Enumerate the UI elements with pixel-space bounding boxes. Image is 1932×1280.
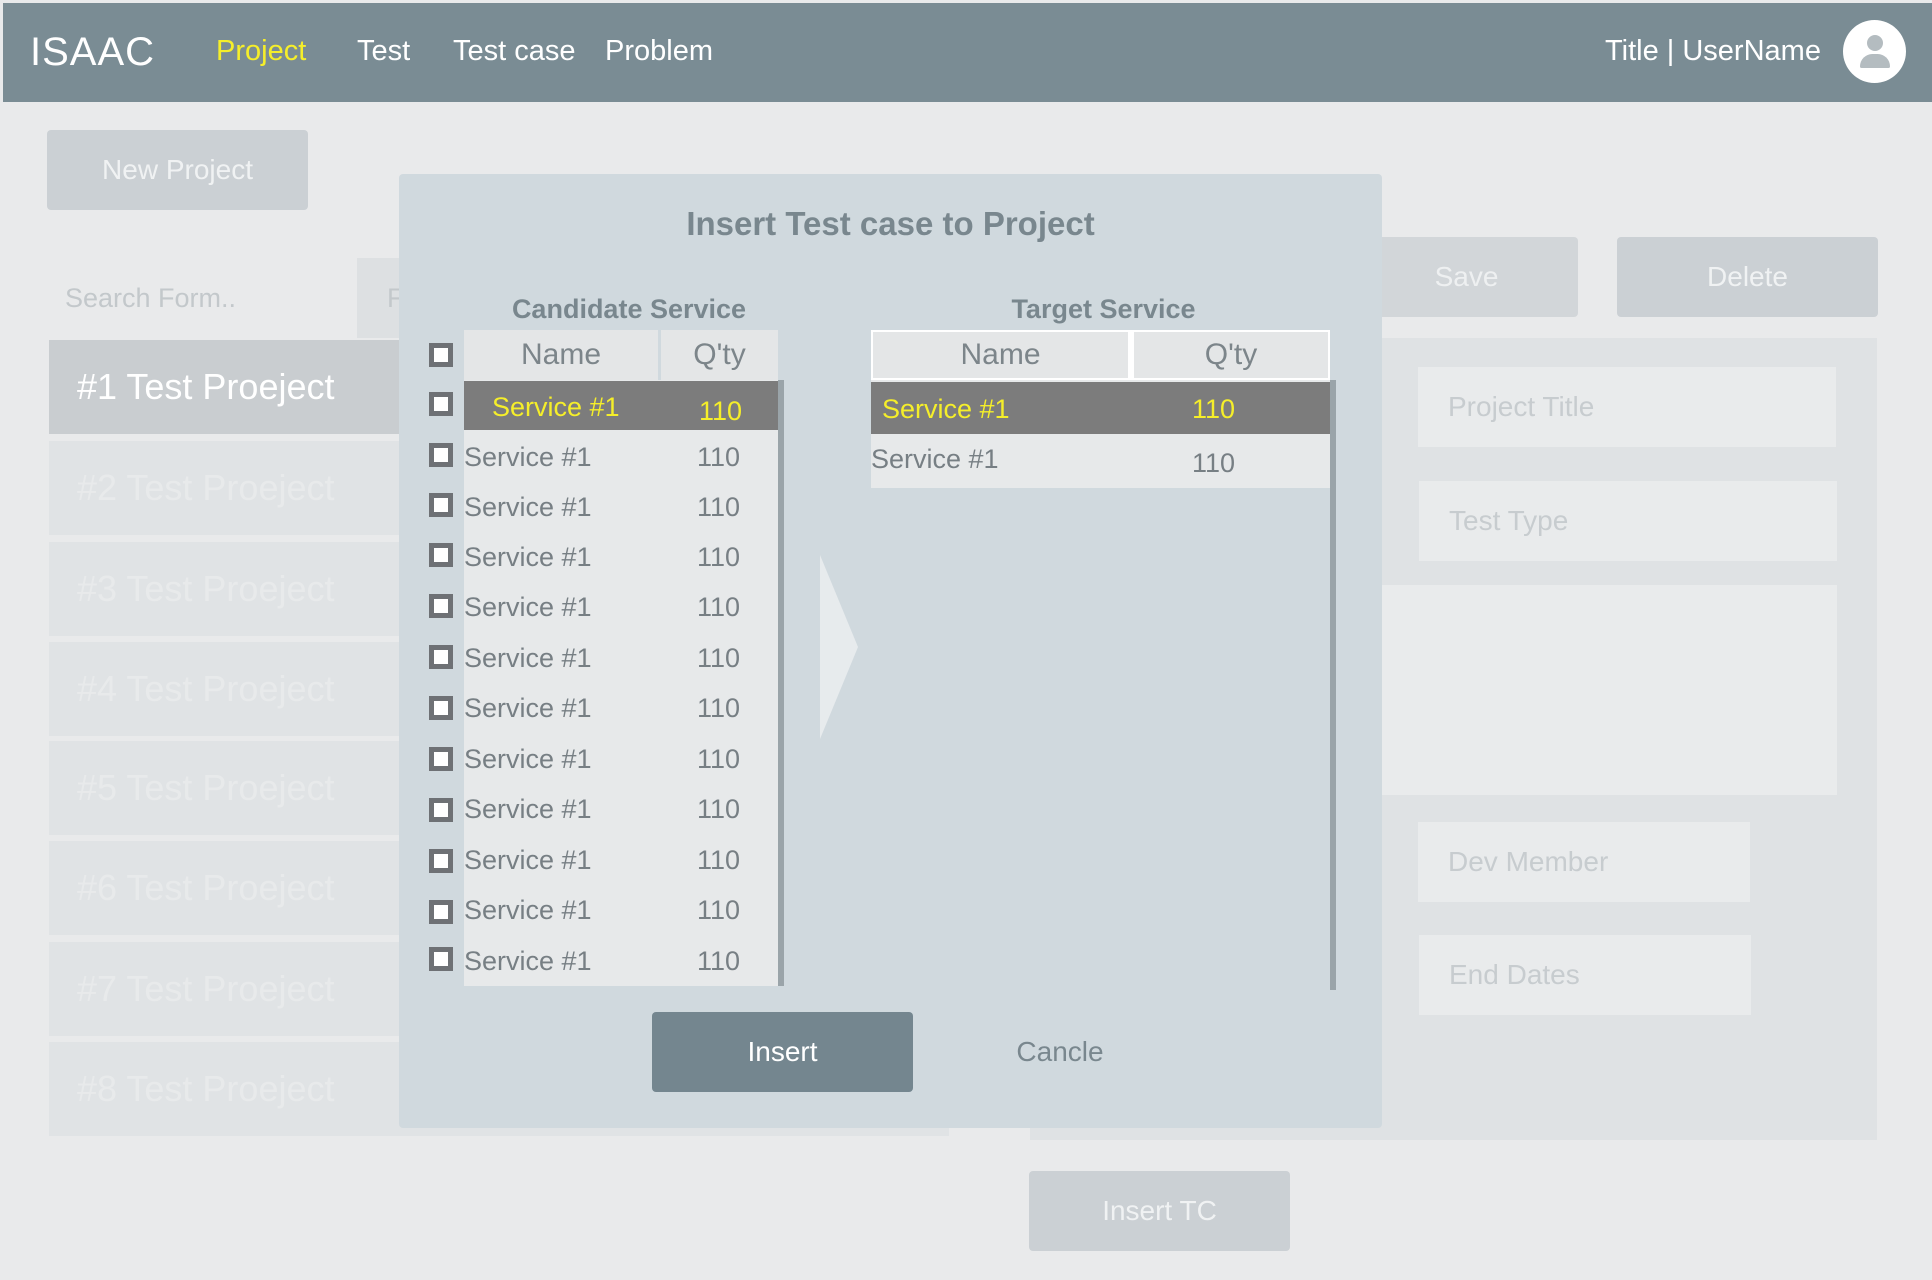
nav-test-case[interactable]: Test case	[453, 35, 576, 68]
candidate-row[interactable]: Service #1 110	[464, 733, 778, 782]
row-checkbox[interactable]	[429, 543, 453, 567]
candidate-row[interactable]: Service #1 110	[464, 581, 778, 630]
save-button[interactable]: Save	[1355, 237, 1578, 317]
candidate-row-qty: 110	[697, 946, 741, 976]
candidate-row-qty: 110	[697, 442, 741, 472]
nav-problem[interactable]: Problem	[605, 35, 713, 68]
candidate-row-qty: 110	[697, 744, 741, 774]
candidate-row-qty: 110	[697, 643, 741, 673]
row-checkbox[interactable]	[429, 493, 453, 517]
app-logo[interactable]: ISAAC	[30, 30, 155, 75]
target-row-name: Service #1	[871, 444, 999, 474]
target-name-header[interactable]: Name	[871, 330, 1130, 380]
project-title-field[interactable]: Project Title	[1418, 367, 1836, 447]
select-all-checkbox[interactable]	[429, 343, 453, 367]
target-row-qty: 110	[1192, 394, 1236, 424]
candidate-service-title: Candidate Service	[511, 294, 747, 324]
candidate-row[interactable]: Service #1 110	[464, 431, 778, 480]
candidate-row-qty: 110	[697, 693, 741, 723]
candidate-row-name: Service #1	[464, 946, 592, 976]
description-field[interactable]	[1382, 585, 1837, 795]
row-checkbox[interactable]	[429, 849, 453, 873]
candidate-row-qty: 110	[697, 592, 741, 622]
target-row[interactable]: Service #1 110	[871, 432, 1330, 484]
candidate-row-name: Service #1	[464, 895, 592, 925]
candidate-row-qty: 110	[697, 895, 741, 925]
candidate-qty-header[interactable]: Q'ty	[661, 330, 778, 380]
candidate-row-name: Service #1	[464, 744, 592, 774]
candidate-row-name: Service #1	[464, 845, 592, 875]
target-service-title: Target Service	[1011, 294, 1196, 324]
row-checkbox[interactable]	[429, 798, 453, 822]
candidate-row-name: Service #1	[492, 392, 620, 422]
candidate-row[interactable]: Service #1 110	[464, 884, 778, 933]
candidate-row[interactable]: Service #1 110	[464, 935, 778, 984]
row-checkbox[interactable]	[429, 594, 453, 618]
row-checkbox[interactable]	[429, 392, 453, 416]
modal-title: Insert Test case to Project	[686, 205, 1095, 242]
cancel-button[interactable]: Cancle	[990, 1012, 1130, 1092]
dev-member-field[interactable]: Dev Member	[1418, 822, 1750, 902]
candidate-row-name: Service #1	[464, 492, 592, 522]
target-row[interactable]: Service #1 110	[871, 382, 1330, 434]
candidate-row-qty: 110	[697, 492, 741, 522]
user-avatar-icon[interactable]	[1843, 20, 1906, 83]
row-checkbox[interactable]	[429, 747, 453, 771]
user-title[interactable]: Title | UserName	[1605, 35, 1821, 68]
candidate-scrollbar[interactable]	[778, 380, 784, 986]
target-scrollbar[interactable]	[1330, 380, 1336, 990]
candidate-row-qty: 110	[697, 542, 741, 572]
target-row-name: Service #1	[882, 394, 1010, 424]
candidate-row-name: Service #1	[464, 693, 592, 723]
candidate-row[interactable]: Service #1 110	[464, 531, 778, 580]
row-checkbox[interactable]	[429, 645, 453, 669]
row-checkbox[interactable]	[429, 696, 453, 720]
delete-button[interactable]: Delete	[1617, 237, 1878, 317]
candidate-row[interactable]: Service #1 110	[464, 834, 778, 883]
candidate-row[interactable]: Service #1 110	[464, 381, 778, 430]
candidate-row-qty: 110	[697, 794, 741, 824]
insert-button[interactable]: Insert	[652, 1012, 913, 1092]
new-project-button[interactable]: New Project	[47, 130, 308, 210]
candidate-row[interactable]: Service #1 110	[464, 783, 778, 832]
candidate-row[interactable]: Service #1 110	[464, 481, 778, 530]
candidate-row[interactable]: Service #1 110	[464, 632, 778, 681]
target-row-qty: 110	[1192, 448, 1236, 478]
candidate-row-name: Service #1	[464, 442, 592, 472]
end-dates-field[interactable]: End Dates	[1419, 935, 1751, 1015]
candidate-name-header[interactable]: Name	[464, 330, 658, 380]
test-type-field[interactable]: Test Type	[1419, 481, 1837, 561]
row-checkbox[interactable]	[429, 443, 453, 467]
candidate-row-name: Service #1	[464, 592, 592, 622]
insert-tc-button[interactable]: Insert TC	[1029, 1171, 1290, 1251]
nav-test[interactable]: Test	[357, 35, 410, 68]
candidate-row-qty: 110	[697, 845, 741, 875]
row-checkbox[interactable]	[429, 900, 453, 924]
candidate-row[interactable]: Service #1 110	[464, 682, 778, 731]
search-input[interactable]: Search Form..	[47, 258, 347, 338]
candidate-row-name: Service #1	[464, 794, 592, 824]
move-right-arrow-icon[interactable]	[820, 555, 858, 739]
target-qty-header[interactable]: Q'ty	[1130, 330, 1330, 380]
candidate-row-qty: 110	[699, 396, 743, 426]
nav-project[interactable]: Project	[216, 35, 306, 68]
row-checkbox[interactable]	[429, 947, 453, 971]
candidate-row-name: Service #1	[464, 643, 592, 673]
candidate-row-name: Service #1	[464, 542, 592, 572]
